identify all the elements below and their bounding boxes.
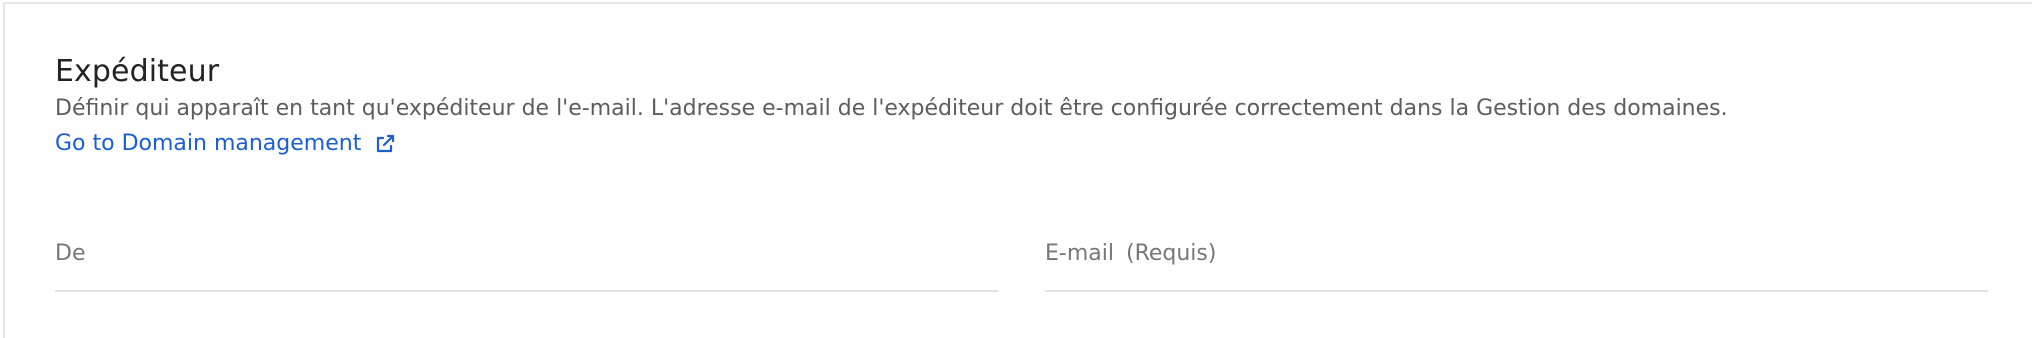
domain-management-link[interactable]: Go to Domain management	[55, 129, 397, 159]
section-description: Définir qui apparaît en tant qu'expédite…	[55, 96, 1728, 121]
email-input[interactable]	[1045, 232, 1988, 290]
domain-management-link-label: Go to Domain management	[55, 131, 362, 156]
email-field[interactable]: E-mail (Requis)	[1045, 232, 1988, 292]
from-field[interactable]: De	[55, 232, 998, 292]
from-input[interactable]	[55, 232, 998, 290]
sender-panel: Expéditeur Définir qui apparaît en tant …	[3, 2, 2032, 338]
external-link-icon	[373, 132, 397, 156]
section-title: Expéditeur	[55, 54, 220, 89]
